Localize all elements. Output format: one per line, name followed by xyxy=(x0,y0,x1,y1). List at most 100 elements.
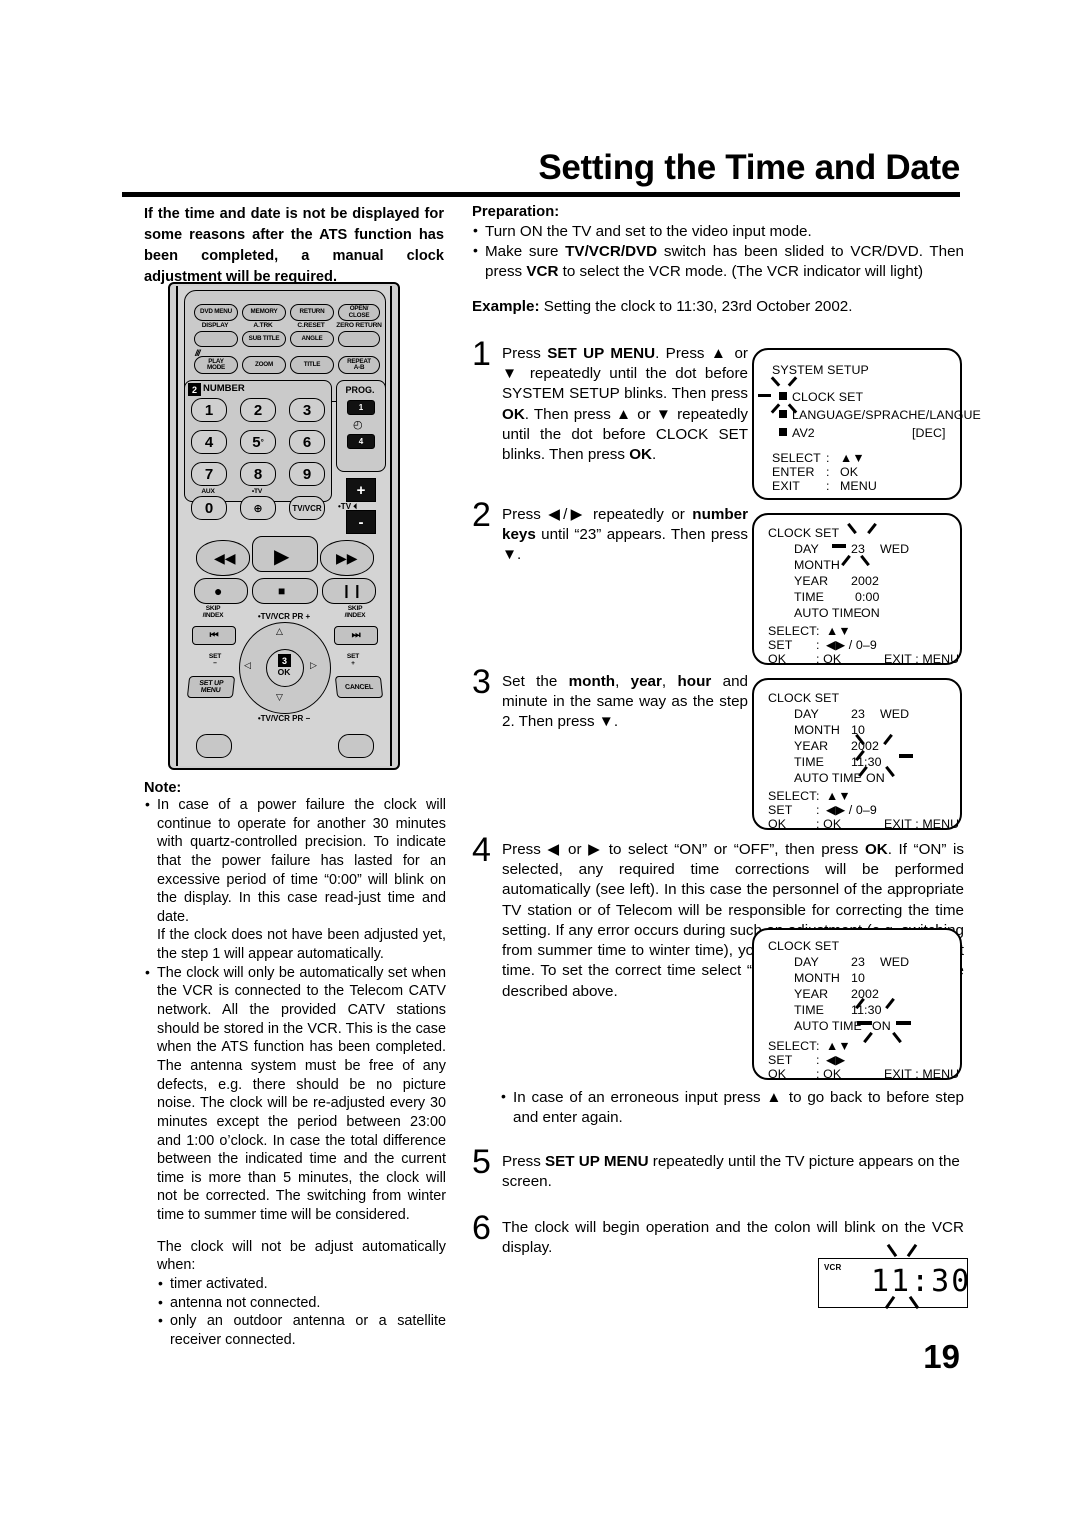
step-6: 6 The clock will begin operation and the… xyxy=(472,1209,964,1258)
page-title: Setting the Time and Date xyxy=(538,148,960,187)
remote-button-open-close[interactable]: OPEN/ CLOSE xyxy=(338,304,380,321)
dpad-left-icon[interactable]: ◁ xyxy=(244,660,251,671)
remote-number-1[interactable]: 1 xyxy=(191,398,227,422)
remote-button-cancel[interactable]: CANCEL xyxy=(334,676,384,698)
osd-title: CLOCK SET xyxy=(768,526,840,540)
preparation-heading: Preparation: xyxy=(472,204,560,220)
remote-button-skip-forward[interactable]: ⏭ xyxy=(334,626,378,645)
osd-footer-val: EXIT : MENU xyxy=(884,652,960,666)
osd-value-auto-time: ON xyxy=(861,606,880,620)
remote-button-tv-vcr[interactable]: TV/VCR xyxy=(289,496,325,520)
osd-value-day: 23 xyxy=(851,955,865,969)
remote-number-0[interactable]: 0 xyxy=(191,496,227,520)
osd-footer-sep: : xyxy=(816,638,820,652)
remote-button-angle[interactable]: ANGLE xyxy=(290,331,334,347)
remote-number-3[interactable]: 3 xyxy=(289,398,325,422)
remote-label-set-plus: SET + xyxy=(346,653,360,667)
vcr-front-display: VCR 11:30 xyxy=(818,1243,972,1310)
osd-footer-val: EXIT : MENU xyxy=(884,817,960,831)
remote-label-skip-index-left: SKIP /INDEX xyxy=(202,605,224,619)
vcr-clock-time: 11:30 xyxy=(871,1264,972,1299)
osd-footer-val: ▲▼ xyxy=(826,1039,851,1053)
remote-prog-button-1[interactable]: 1 xyxy=(347,400,375,415)
intro-paragraph: If the time and date is not be displayed… xyxy=(144,206,444,286)
remote-button-zero-return[interactable] xyxy=(338,331,380,347)
remote-label-a-trk: A.TRK xyxy=(253,322,273,329)
osd-footer-key: OK xyxy=(768,1067,787,1081)
dpad-right-icon[interactable]: ▷ xyxy=(310,660,317,671)
osd-extra-day: WED xyxy=(880,955,910,969)
note-bullet-list: In case of a power failure the clock wil… xyxy=(144,795,446,926)
osd-footer-sep: : OK xyxy=(816,817,842,831)
osd-label-month: MONTH xyxy=(794,723,840,737)
osd-value-auto-time: ON xyxy=(872,1019,891,1033)
dpad-down-icon[interactable]: ▽ xyxy=(276,692,283,703)
osd-footer-sep: : xyxy=(816,803,820,817)
osd-footer-sep: : OK xyxy=(816,1067,842,1081)
remote-number-2[interactable]: 2 xyxy=(240,398,276,422)
remote-volume-up[interactable]: + xyxy=(346,478,376,502)
remote-button-memory[interactable]: MEMORY xyxy=(242,304,286,321)
osd-footer-key: SELECT xyxy=(768,789,817,803)
remote-prog-button-4[interactable]: 4 xyxy=(347,434,375,449)
osd-bullet-language xyxy=(779,410,787,418)
remote-button-title[interactable]: TITLE xyxy=(290,356,334,374)
remote-button-set-up-menu[interactable]: SET UP MENU xyxy=(186,676,236,698)
osd-footer-key: EXIT xyxy=(772,479,800,493)
osd-value-auto-time: ON xyxy=(866,771,885,785)
remote-button-dvd-menu[interactable]: DVD MENU xyxy=(194,304,238,321)
remote-number-4[interactable]: 4 xyxy=(191,430,227,454)
osd-clock-set-auto-time: CLOCK SET DAY 23 WED MONTH 10 YEAR 2002 … xyxy=(752,678,962,830)
remote-label-tvvcr-pr-minus: •TV/VCR PR − xyxy=(257,714,311,723)
osd-label-time: TIME xyxy=(794,1003,824,1017)
list-item: timer activated. xyxy=(157,1274,446,1294)
remote-button-sub-title[interactable]: SUB TITLE xyxy=(242,331,286,347)
stop-icon: ■ xyxy=(278,584,286,598)
remote-button-play-mode[interactable]: PLAY MODE xyxy=(194,356,238,374)
step-number: 5 xyxy=(472,1143,491,1181)
step4-note: In case of an erroneous input press ▲ to… xyxy=(500,1087,964,1128)
remote-number-5[interactable]: 5 ° xyxy=(240,430,276,454)
remote-volume-down[interactable]: - xyxy=(346,510,376,534)
remote-label-tv: •TV xyxy=(251,488,263,495)
remote-button-bottom-left[interactable] xyxy=(196,734,232,758)
osd-footer-key: OK xyxy=(768,652,787,666)
pause-icon: ❙❙ xyxy=(341,583,363,598)
remote-label-skip-index-right: SKIP /INDEX xyxy=(344,605,366,619)
osd-label-auto-time: AUTO TIME xyxy=(794,1019,862,1033)
remote-number-6[interactable]: 6 xyxy=(289,430,325,454)
remote-label-c-reset: C.RESET xyxy=(297,322,325,329)
osd-footer-key: SELECT xyxy=(768,1039,817,1053)
fast-forward-icon: ▶▶ xyxy=(336,550,358,566)
remote-label-zero-return: ZERO RETURN xyxy=(336,322,382,329)
remote-number-8[interactable]: 8 xyxy=(240,462,276,486)
step-3: 3 Set the month, year, hour and minute i… xyxy=(472,663,748,733)
osd-footer-sep: : xyxy=(826,465,830,479)
remote-button-return[interactable]: RETURN xyxy=(290,304,334,321)
step-text: Press ◀/▶ repeatedly or number keys unti… xyxy=(502,506,748,564)
remote-number-9[interactable]: 9 xyxy=(289,462,325,486)
play-icon: ▶ xyxy=(274,546,290,568)
osd-value-year: 2002 xyxy=(851,574,879,588)
remote-label-prog: PROG. xyxy=(345,385,375,395)
remote-button-display[interactable] xyxy=(194,331,238,347)
osd-value-time: 0:00 xyxy=(855,590,880,604)
title-divider xyxy=(122,192,960,197)
note-closing-intro: The clock will not be adjust automatical… xyxy=(157,1238,446,1274)
remote-number-7[interactable]: 7 xyxy=(191,462,227,486)
remote-button-tv-input[interactable]: ⊕ xyxy=(240,496,276,520)
dpad-up-icon[interactable]: △ xyxy=(276,626,283,637)
remote-label-display: DISPLAY xyxy=(201,322,229,329)
note-heading: Note: xyxy=(144,780,182,796)
remote-label-aux: AUX xyxy=(201,488,215,495)
osd-value-year: 2002 xyxy=(851,739,879,753)
osd-item-av2: AV2 xyxy=(792,426,815,440)
osd-label-time: TIME xyxy=(794,590,824,604)
remote-button-skip-back[interactable]: ⏮ xyxy=(192,626,236,645)
osd-system-setup: SYSTEM SETUP CLOCK SET LANGUAGE/SPRACHE/… xyxy=(752,348,981,500)
osd-clock-set-auto-time-selected: CLOCK SET DAY 23 WED MONTH 10 YEAR 2002 … xyxy=(752,928,962,1080)
remote-button-repeat-ab[interactable]: REPEAT A-B xyxy=(338,356,380,374)
page-number: 19 xyxy=(923,1338,960,1375)
remote-button-bottom-right[interactable] xyxy=(338,734,374,758)
remote-button-zoom[interactable]: ZOOM xyxy=(242,356,286,374)
